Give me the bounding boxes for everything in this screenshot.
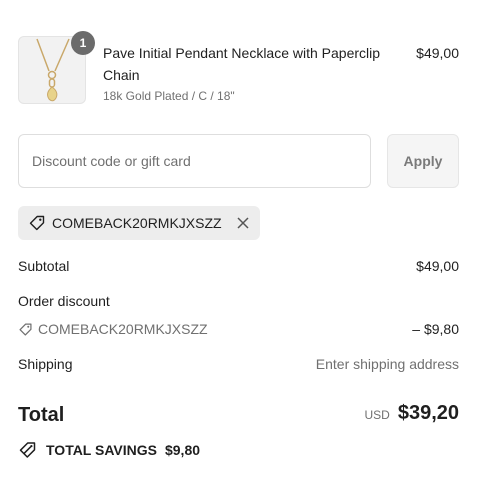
total-savings: TOTAL SAVINGS $9,80	[18, 440, 459, 460]
close-icon	[237, 217, 249, 229]
discount-code-input[interactable]	[18, 134, 371, 188]
total-row: Total USD $39,20	[18, 402, 459, 432]
order-discount-code: COMEBACK20RMKJXSZZ	[18, 321, 208, 337]
product-variant: 18k Gold Plated / C / 18"	[103, 89, 235, 103]
currency-code: USD	[364, 408, 390, 422]
subtotal-value: $49,00	[416, 258, 459, 274]
order-discount-label: Order discount	[18, 293, 110, 309]
order-discount-code-text: COMEBACK20RMKJXSZZ	[38, 321, 208, 337]
savings-tag-icon	[19, 442, 36, 458]
subtotal-label: Subtotal	[18, 258, 70, 274]
subtotal-row: Subtotal $49,00	[18, 258, 459, 278]
remove-discount-button[interactable]	[236, 216, 250, 230]
line-item: 1 Pave Initial Pendant Necklace with Pap…	[18, 31, 459, 108]
discount-form: Apply	[18, 134, 459, 190]
order-summary: 1 Pave Initial Pendant Necklace with Pap…	[18, 31, 459, 460]
savings-value: $9,80	[164, 442, 201, 458]
tag-icon	[29, 215, 45, 231]
order-discount-value: – $9,80	[412, 321, 459, 337]
shipping-label: Shipping	[18, 356, 73, 372]
total-value-group: USD $39,20	[364, 402, 459, 425]
shipping-row: Shipping Enter shipping address	[18, 356, 459, 376]
tag-icon	[19, 322, 32, 336]
product-title: Pave Initial Pendant Necklace with Paper…	[103, 45, 381, 83]
shipping-value: Enter shipping address	[315, 356, 459, 372]
product-image: 1	[18, 31, 95, 104]
total-label: Total	[18, 404, 65, 426]
savings-label: TOTAL SAVINGS	[46, 442, 157, 458]
order-discount-row: COMEBACK20RMKJXSZZ – $9,80	[18, 321, 459, 341]
apply-button[interactable]: Apply	[387, 134, 459, 188]
order-discount-label-row: Order discount	[18, 293, 459, 313]
quantity-badge: 1	[71, 31, 95, 55]
total-value: $39,20	[397, 402, 459, 424]
applied-discount-chip: COMEBACK20RMKJXSZZ	[18, 206, 260, 240]
product-price: $49,00	[416, 45, 459, 61]
applied-discount-code: COMEBACK20RMKJXSZZ	[52, 215, 222, 231]
